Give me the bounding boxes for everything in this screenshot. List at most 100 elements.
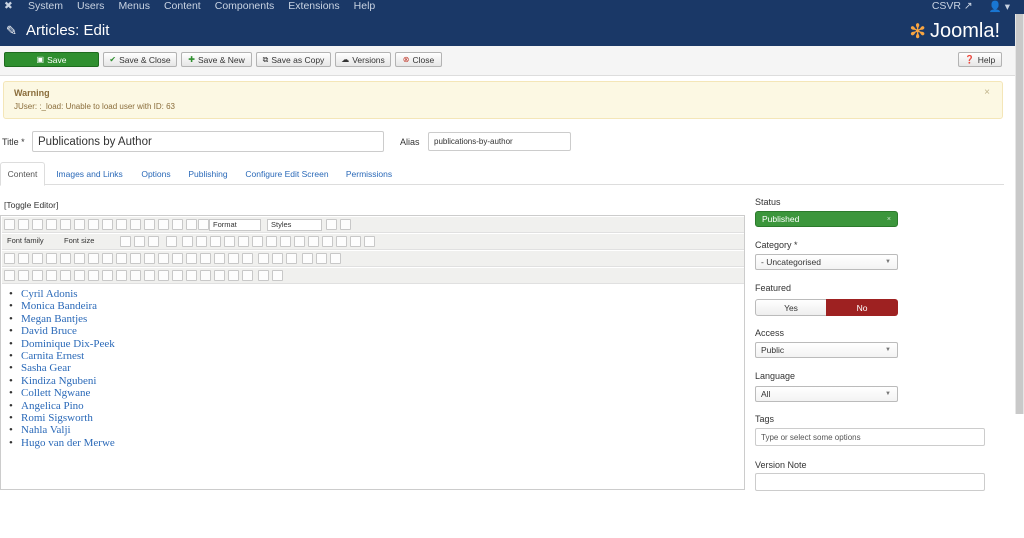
editor-tool-button-icon[interactable] [186, 270, 197, 281]
editor-tool-button-icon[interactable] [364, 236, 375, 247]
editor-tool-button-icon[interactable] [258, 270, 269, 281]
editor-tool-button-icon[interactable] [120, 236, 131, 247]
status-select[interactable]: Published × [755, 211, 898, 227]
editor-tool-button-icon[interactable] [200, 270, 211, 281]
editor-tool-button-icon[interactable] [18, 270, 29, 281]
editor-tool-button-icon[interactable] [228, 270, 239, 281]
editor-tool-button-icon[interactable] [60, 253, 71, 264]
editor-tool-button-icon[interactable] [18, 253, 29, 264]
editor-tool-button-icon[interactable] [102, 253, 113, 264]
editor-tool-button-icon[interactable] [32, 219, 43, 230]
editor-tool-button-icon[interactable] [200, 253, 211, 264]
font-family-select[interactable]: Font family [4, 236, 60, 248]
editor-tool-button-icon[interactable] [74, 253, 85, 264]
editor-tool-button-icon[interactable] [326, 219, 337, 230]
featured-yes-button[interactable]: Yes [755, 299, 827, 316]
menu-item[interactable]: Content [164, 0, 201, 12]
editor-tool-button-icon[interactable] [18, 219, 29, 230]
editor-tool-button-icon[interactable] [158, 253, 169, 264]
close-button[interactable]: ⊗ Close [395, 52, 442, 67]
editor-tool-button-icon[interactable] [158, 219, 169, 230]
joomla-logo-icon[interactable]: ✖ [4, 0, 13, 12]
format-select[interactable]: Format [209, 219, 261, 231]
site-link[interactable]: CSVR ↗ [932, 0, 973, 13]
category-select[interactable]: - Uncategorised ▼ [755, 254, 898, 270]
tags-input[interactable]: Type or select some options [755, 428, 985, 446]
tab-images-links[interactable]: Images and Links [52, 162, 127, 185]
editor-tool-button-icon[interactable] [242, 253, 253, 264]
editor-tool-button-icon[interactable] [74, 219, 85, 230]
editor-tool-button-icon[interactable] [210, 236, 221, 247]
editor-tool-button-icon[interactable] [186, 253, 197, 264]
editor-tool-button-icon[interactable] [228, 253, 239, 264]
editor-tool-button-icon[interactable] [294, 236, 305, 247]
editor-tool-button-icon[interactable] [116, 253, 127, 264]
scrollbar-thumb[interactable] [1016, 14, 1023, 414]
versions-button[interactable]: ☁ Versions [335, 52, 391, 67]
editor-tool-button-icon[interactable] [340, 219, 351, 230]
editor-tool-button-icon[interactable] [302, 253, 313, 264]
editor-tool-button-icon[interactable] [272, 253, 283, 264]
toggle-editor-link[interactable]: [Toggle Editor] [4, 200, 58, 210]
editor-tool-button-icon[interactable] [46, 253, 57, 264]
editor-tool-button-icon[interactable] [148, 236, 159, 247]
editor-tool-button-icon[interactable] [130, 270, 141, 281]
editor-tool-button-icon[interactable] [252, 236, 263, 247]
save-close-button[interactable]: ✔ Save & Close [103, 52, 177, 67]
tab-publishing[interactable]: Publishing [184, 162, 232, 185]
editor-tool-button-icon[interactable] [214, 253, 225, 264]
font-size-select[interactable]: Font size [61, 236, 117, 248]
editor-tool-button-icon[interactable] [198, 219, 209, 230]
tab-configure-edit-screen[interactable]: Configure Edit Screen [242, 162, 332, 185]
menu-item[interactable]: Components [215, 0, 275, 12]
editor-tool-button-icon[interactable] [322, 236, 333, 247]
editor-tool-button-icon[interactable] [88, 253, 99, 264]
editor-tool-button-icon[interactable] [272, 270, 283, 281]
editor-tool-button-icon[interactable] [172, 219, 183, 230]
editor-content[interactable]: • Cyril Adonis • Monica Bandeira • Megan Bant… [5, 288, 735, 449]
editor-tool-button-icon[interactable] [258, 253, 269, 264]
editor-tool-button-icon[interactable] [144, 219, 155, 230]
menu-item[interactable]: System [28, 0, 63, 12]
save-button[interactable]: ▣ Save [4, 52, 99, 67]
editor-tool-button-icon[interactable] [166, 236, 177, 247]
editor-tool-button-icon[interactable] [4, 270, 15, 281]
editor-tool-button-icon[interactable] [130, 219, 141, 230]
editor-tool-button-icon[interactable] [116, 270, 127, 281]
editor-tool-button-icon[interactable] [74, 270, 85, 281]
editor-tool-button-icon[interactable] [4, 219, 15, 230]
editor-tool-button-icon[interactable] [144, 270, 155, 281]
editor-tool-button-icon[interactable] [286, 253, 297, 264]
menu-item[interactable]: Extensions [288, 0, 339, 12]
editor-tool-button-icon[interactable] [316, 253, 327, 264]
user-menu[interactable]: 👤 ▾ [989, 0, 1010, 13]
editor-tool-button-icon[interactable] [32, 270, 43, 281]
editor-tool-button-icon[interactable] [158, 270, 169, 281]
editor-tool-button-icon[interactable] [144, 253, 155, 264]
save-copy-button[interactable]: ⧉ Save as Copy [256, 52, 331, 67]
editor-tool-button-icon[interactable] [46, 219, 57, 230]
editor-tool-button-icon[interactable] [102, 219, 113, 230]
editor-tool-button-icon[interactable] [280, 236, 291, 247]
access-select[interactable]: Public ▼ [755, 342, 898, 358]
alert-close-icon[interactable]: × [984, 87, 990, 98]
editor-tool-button-icon[interactable] [224, 236, 235, 247]
editor-tool-button-icon[interactable] [88, 270, 99, 281]
page-scrollbar[interactable] [1015, 14, 1024, 414]
editor-tool-button-icon[interactable] [182, 236, 193, 247]
title-input[interactable]: Publications by Author [32, 131, 384, 152]
editor-tool-button-icon[interactable] [196, 236, 207, 247]
save-new-button[interactable]: ✚ Save & New [181, 52, 252, 67]
tab-content[interactable]: Content [0, 162, 45, 186]
menu-item[interactable]: Help [354, 0, 376, 12]
editor-tool-button-icon[interactable] [242, 270, 253, 281]
editor-tool-button-icon[interactable] [308, 236, 319, 247]
editor-tool-button-icon[interactable] [88, 219, 99, 230]
editor-tool-button-icon[interactable] [330, 253, 341, 264]
featured-no-button[interactable]: No [826, 299, 898, 316]
editor-tool-button-icon[interactable] [60, 270, 71, 281]
editor-tool-button-icon[interactable] [102, 270, 113, 281]
alias-input[interactable]: publications-by-author [428, 132, 571, 151]
language-select[interactable]: All ▼ [755, 386, 898, 402]
editor-tool-button-icon[interactable] [172, 253, 183, 264]
